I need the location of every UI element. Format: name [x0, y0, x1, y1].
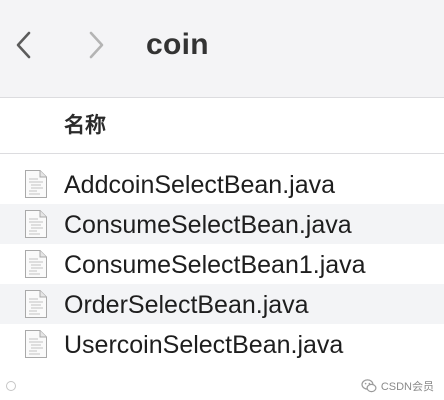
- chevron-left-icon: [16, 31, 31, 59]
- java-file-icon: [25, 250, 47, 278]
- file-row[interactable]: ConsumeSelectBean1.java: [0, 244, 444, 284]
- watermark-logo-icon: [6, 381, 16, 391]
- file-name: OrderSelectBean.java: [64, 291, 309, 319]
- file-name: UsercoinSelectBean.java: [64, 331, 344, 359]
- bottom-strip: CSDN会员: [0, 372, 444, 400]
- column-header-label: 名称: [64, 113, 106, 137]
- java-file-icon: [25, 170, 47, 198]
- file-row[interactable]: ConsumeSelectBean.java: [0, 204, 444, 244]
- finder-window: coin 名称 AddcoinSelectBean.java ConsumeSe…: [0, 0, 444, 400]
- toolbar: coin: [0, 0, 444, 98]
- column-header-name[interactable]: 名称: [0, 98, 444, 154]
- watermark-right: CSDN会员: [361, 378, 434, 395]
- chevron-right-icon: [89, 31, 104, 59]
- file-row[interactable]: UsercoinSelectBean.java: [0, 324, 444, 364]
- folder-title: coin: [146, 28, 209, 61]
- java-file-icon: [25, 210, 47, 238]
- file-list: AddcoinSelectBean.java ConsumeSelectBean…: [0, 164, 444, 364]
- java-file-icon: [25, 330, 47, 358]
- file-name: ConsumeSelectBean1.java: [64, 251, 366, 279]
- watermark-left: [6, 381, 19, 391]
- file-row[interactable]: OrderSelectBean.java: [0, 284, 444, 324]
- wechat-icon: [361, 379, 377, 393]
- back-button[interactable]: [10, 27, 40, 63]
- file-name: AddcoinSelectBean.java: [64, 171, 336, 199]
- watermark-text: CSDN会员: [380, 381, 434, 393]
- forward-button[interactable]: [82, 27, 112, 63]
- file-name: ConsumeSelectBean.java: [64, 211, 352, 239]
- java-file-icon: [25, 290, 47, 318]
- file-row[interactable]: AddcoinSelectBean.java: [0, 164, 444, 204]
